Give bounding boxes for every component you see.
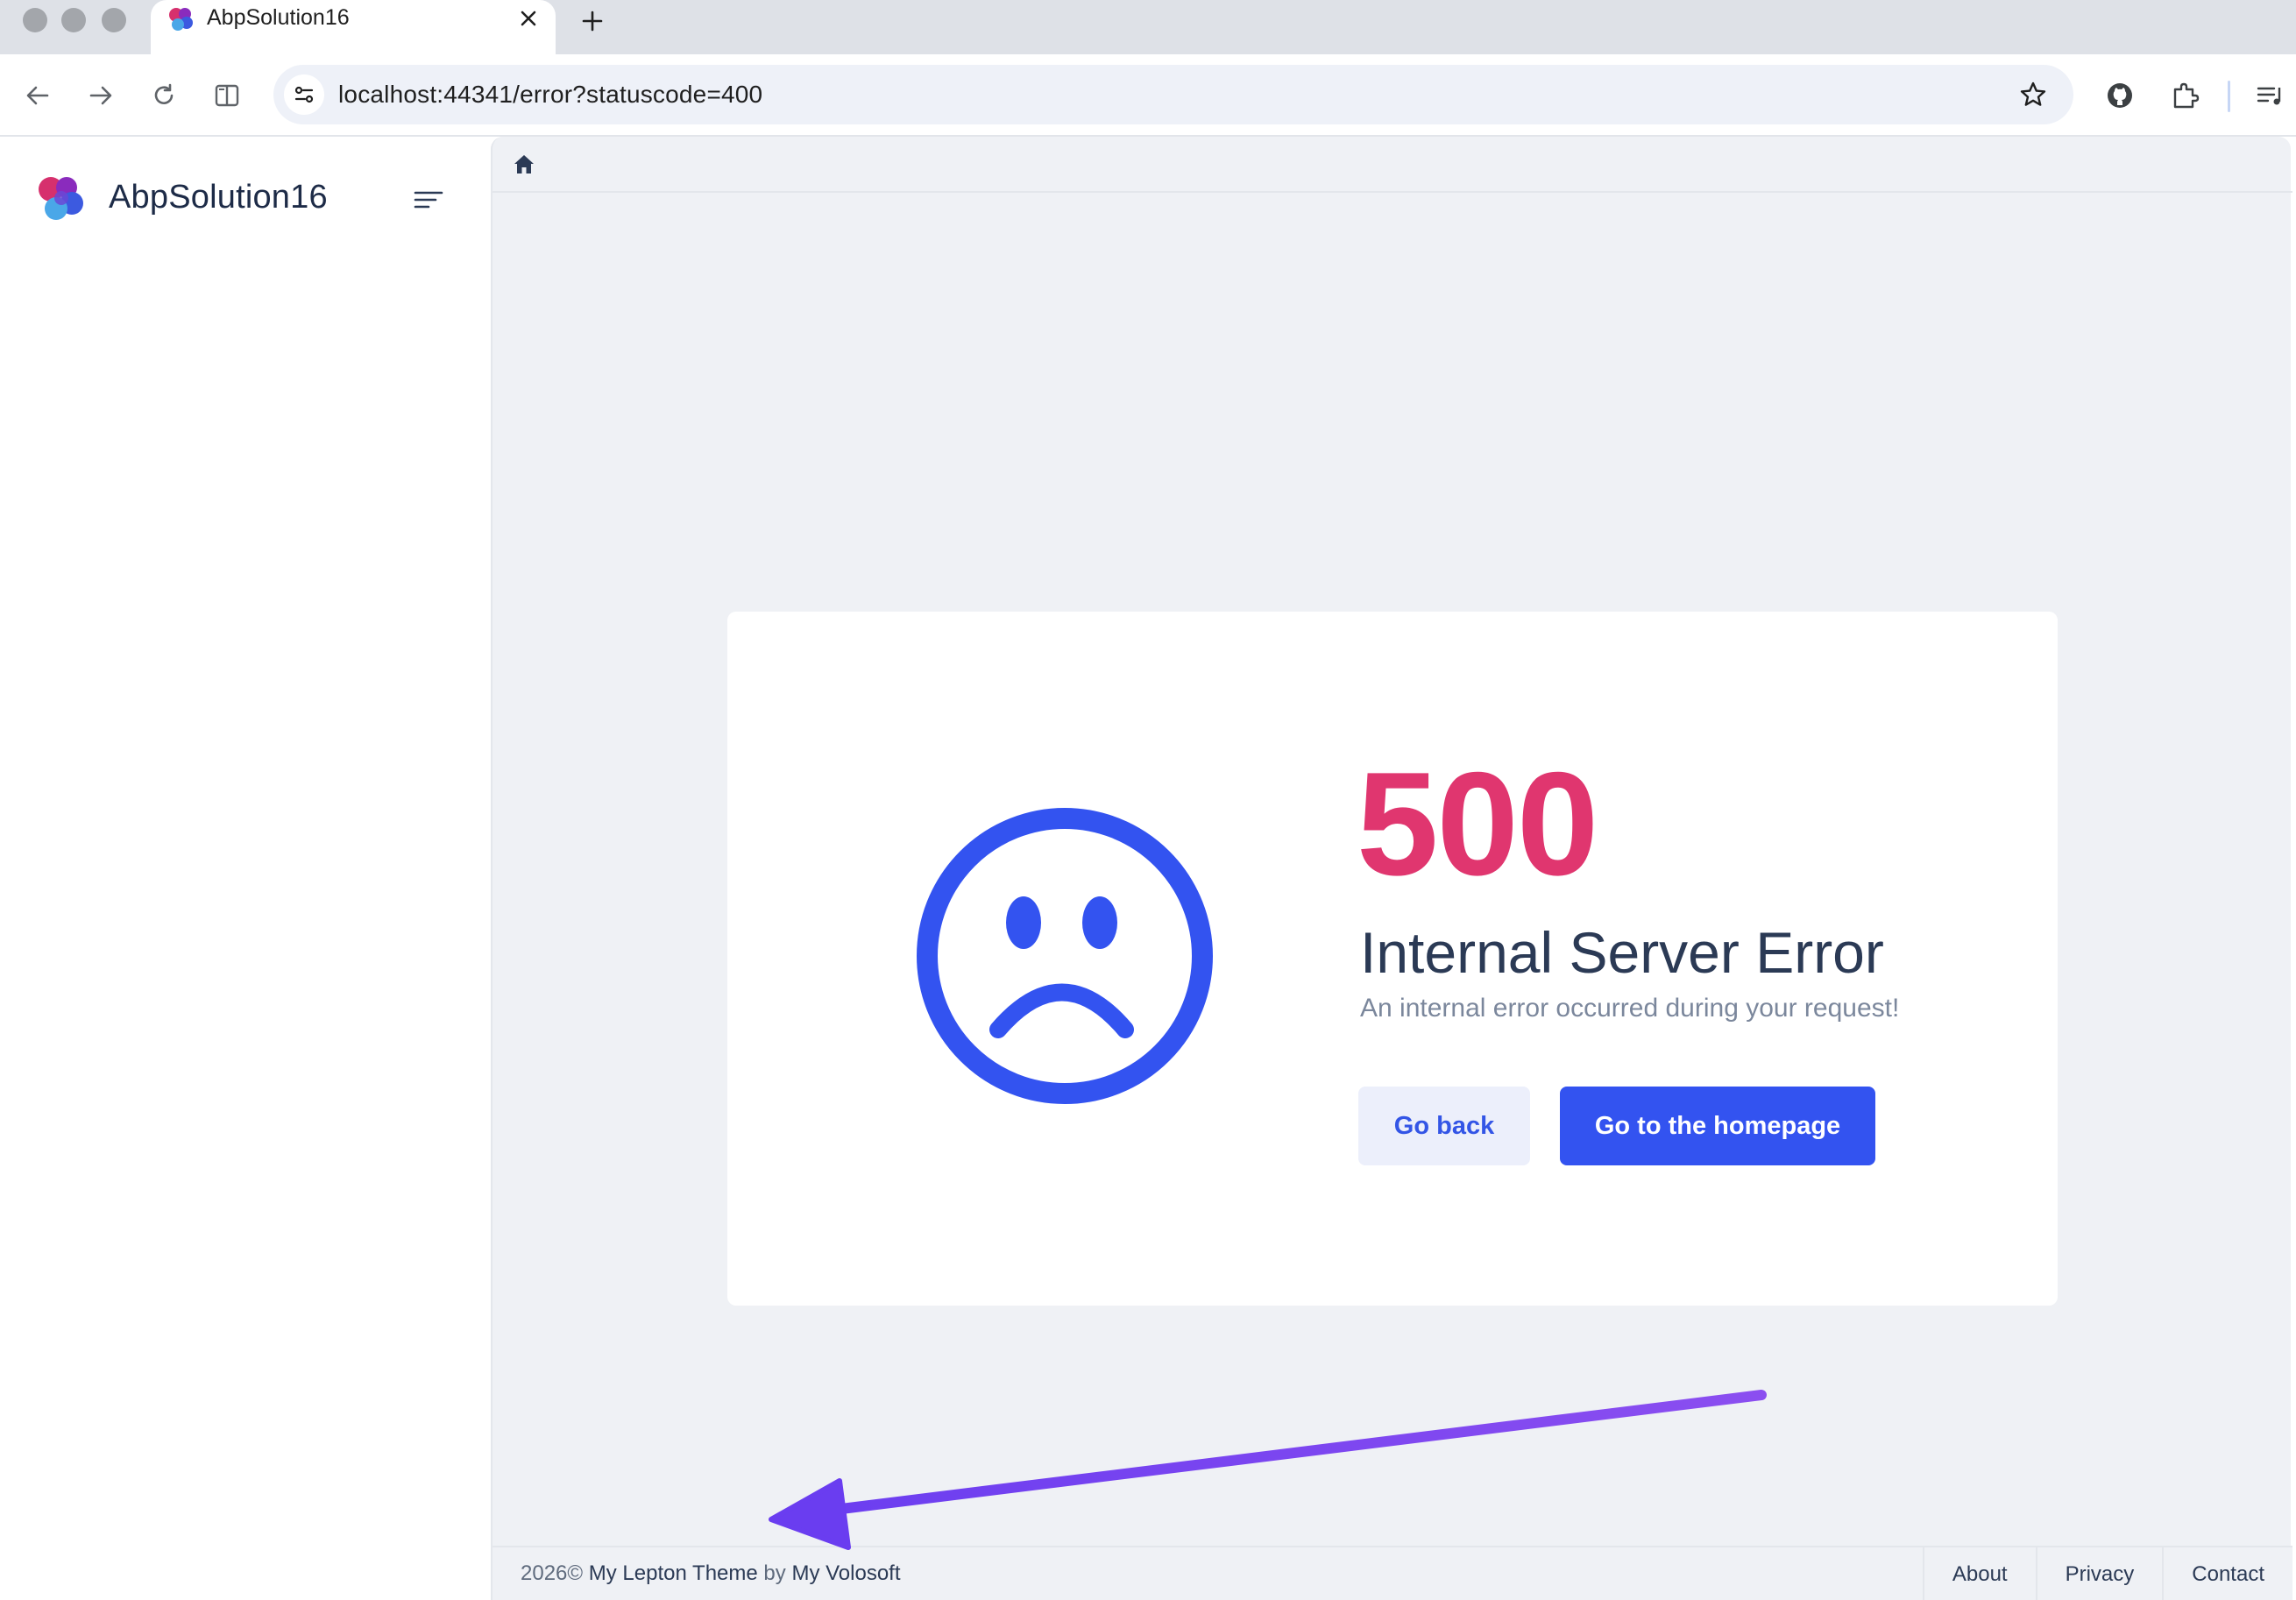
media-icon[interactable] <box>2252 75 2292 116</box>
main-content: 500 Internal Server Error An internal er… <box>491 137 2292 1600</box>
brand-name[interactable]: AbpSolution16 <box>109 179 328 216</box>
copyright: 2026© My Lepton Theme by My Volosoft <box>521 1561 901 1586</box>
browser-tab[interactable]: AbpSolution16 <box>151 0 556 54</box>
footer-links: About Privacy Contact <box>1922 1547 2292 1600</box>
tab-strip: AbpSolution16 <box>0 0 2296 54</box>
go-to-homepage-button[interactable]: Go to the homepage <box>1560 1087 1875 1165</box>
star-icon[interactable] <box>2014 75 2052 114</box>
error-card: 500 Internal Server Error An internal er… <box>727 612 2058 1306</box>
error-description: An internal error occurred during your r… <box>1360 994 1900 1023</box>
theme-link[interactable]: My Lepton Theme <box>589 1561 758 1585</box>
footer-link-contact[interactable]: Contact <box>2162 1547 2292 1600</box>
footer-link-about[interactable]: About <box>1922 1547 2036 1600</box>
reload-icon[interactable] <box>144 75 184 116</box>
sidebar: AbpSolution16 <box>0 137 491 1600</box>
browser-toolbar: localhost:44341/error?statuscode=400 <box>0 54 2296 137</box>
address-bar[interactable]: localhost:44341/error?statuscode=400 <box>273 65 2073 124</box>
abp-favicon-icon <box>169 8 193 31</box>
sad-face-icon <box>917 808 1213 1104</box>
site-info-icon[interactable] <box>284 74 324 115</box>
window-maximize-dot[interactable] <box>102 8 126 32</box>
menu-toggle-icon[interactable] <box>410 182 447 217</box>
window-close-dot[interactable] <box>23 8 47 32</box>
browser-window: AbpSolution16 localhost:44341/error?stat… <box>0 0 2296 1600</box>
tab-close-icon[interactable] <box>514 4 543 33</box>
breadcrumb <box>493 137 2292 193</box>
home-icon[interactable] <box>512 152 536 177</box>
abp-logo-icon[interactable] <box>32 170 89 228</box>
back-arrow-icon[interactable] <box>18 75 58 116</box>
new-tab-icon[interactable] <box>575 4 610 39</box>
company-link[interactable]: My Volosoft <box>791 1561 900 1585</box>
error-code: 500 <box>1357 741 1598 906</box>
extensions-icon[interactable] <box>2165 75 2205 116</box>
window-minimize-dot[interactable] <box>61 8 86 32</box>
url-text[interactable]: localhost:44341/error?statuscode=400 <box>338 81 762 109</box>
footer: 2026© My Lepton Theme by My Volosoft Abo… <box>493 1546 2292 1600</box>
tab-title: AbpSolution16 <box>207 5 350 30</box>
copyright-year: 2026© <box>521 1561 584 1585</box>
go-back-button[interactable]: Go back <box>1358 1087 1530 1165</box>
toolbar-separator <box>2228 81 2230 112</box>
split-view-icon[interactable] <box>207 75 247 116</box>
footer-link-privacy[interactable]: Privacy <box>2035 1547 2163 1600</box>
copyright-by: by <box>763 1561 786 1585</box>
github-icon[interactable] <box>2100 75 2140 116</box>
error-title: Internal Server Error <box>1360 920 1884 985</box>
forward-arrow-icon[interactable] <box>81 75 121 116</box>
